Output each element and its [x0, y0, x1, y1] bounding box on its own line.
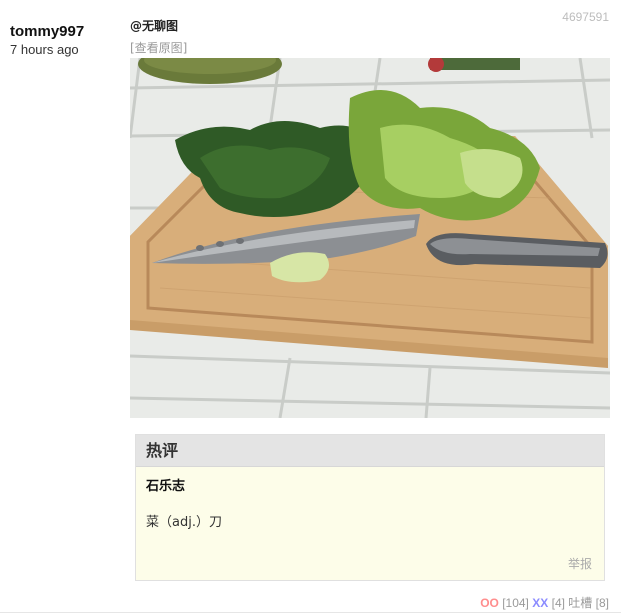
author-info: tommy997 7 hours ago [10, 22, 125, 58]
tucao-count: [8] [595, 596, 609, 610]
oo-count: [104] [502, 596, 529, 610]
view-original-link[interactable]: [查看原图] [130, 40, 610, 56]
tucao-button[interactable]: 吐槽 [568, 596, 592, 610]
post-divider [0, 612, 621, 613]
hot-comment-text: 菜（adj.）刀 [146, 515, 222, 530]
xx-button[interactable]: XX [532, 596, 548, 610]
post-content: @无聊图 [查看原图] [130, 18, 610, 418]
mention-tag: @无聊图 [130, 19, 179, 33]
xx-count: [4] [551, 596, 565, 610]
hot-comment-user[interactable]: 石乐志 [146, 475, 185, 494]
post-time: 7 hours ago [10, 42, 79, 57]
hot-comment-header: 热评 [136, 435, 604, 467]
vote-bar: OO [104] XX [4] 吐槽 [8] [480, 594, 609, 611]
post-photo[interactable] [130, 58, 610, 418]
report-link[interactable]: 举报 [568, 555, 592, 572]
author-name[interactable]: tommy997 [10, 22, 125, 42]
hot-comment-box: 热评 石乐志 菜（adj.）刀 举报 [135, 434, 605, 581]
post: tommy997 7 hours ago 4697591 @无聊图 [查看原图] [0, 0, 621, 616]
oo-button[interactable]: OO [480, 596, 499, 610]
